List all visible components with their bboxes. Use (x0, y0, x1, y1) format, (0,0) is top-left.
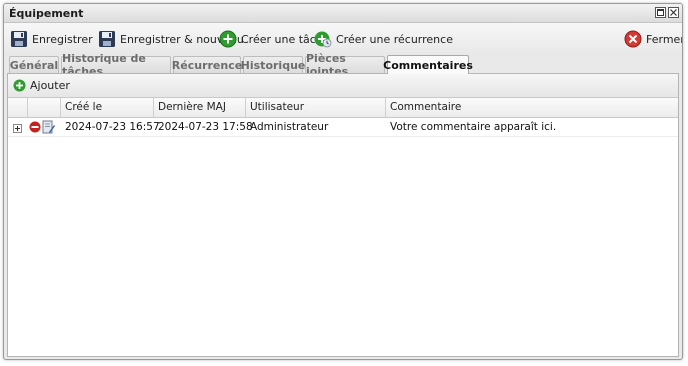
tab-strip: Général Historique de tâches Récurrence … (4, 52, 682, 78)
document-edit-icon[interactable] (42, 120, 55, 137)
create-recurrence-button[interactable]: Créer une récurrence (314, 30, 453, 48)
comments-panel: Ajouter Créé le Dernière MAJ Utilisateur… (7, 73, 679, 357)
save-button[interactable]: Enregistrer (10, 30, 111, 48)
plus-square-icon[interactable] (13, 123, 22, 136)
toolbar: Enregistrer Enregistrer & nouveau Créer … (4, 23, 682, 55)
tab-task-history[interactable]: Historique de tâches (61, 52, 171, 78)
comments-table-header: Créé le Dernière MAJ Utilisateur Comment… (8, 98, 678, 118)
maximize-icon[interactable] (655, 7, 666, 18)
green-plus-circle-icon (219, 30, 237, 48)
window-titlebar[interactable]: Équipement (4, 4, 682, 23)
add-comment-button[interactable]: Ajouter (13, 79, 70, 92)
equipment-window: Équipement Enregistrer Enregistrer & nou… (3, 3, 683, 360)
close-label: Fermer (646, 32, 683, 46)
table-row[interactable]: 2024-07-23 16:57 2024-07-23 17:58 Admini… (8, 118, 678, 137)
tab-attachments[interactable]: Pièces jointes (305, 52, 385, 78)
floppy-disk-icon (99, 31, 115, 47)
cell-user: Administrateur (250, 121, 329, 133)
floppy-disk-icon (11, 31, 27, 47)
column-header-updated[interactable]: Dernière MAJ (154, 98, 246, 117)
close-button[interactable]: Fermer (624, 30, 683, 48)
save-label: Enregistrer (32, 32, 93, 46)
tab-recurrence[interactable]: Récurrence (172, 56, 242, 73)
red-x-circle-icon (624, 30, 642, 48)
tab-general[interactable]: Général (9, 56, 59, 73)
green-plus-circle-icon (13, 79, 26, 92)
tab-history[interactable]: Historique (241, 56, 305, 73)
column-header-comment[interactable]: Commentaire (386, 98, 680, 117)
red-minus-circle-icon[interactable] (29, 121, 41, 136)
cell-comment: Votre commentaire apparaît ici. (390, 121, 557, 133)
cell-updated: 2024-07-23 17:58 (158, 121, 253, 133)
expander-column-header (8, 98, 28, 117)
tab-comments[interactable]: Commentaires (383, 55, 473, 74)
recurrence-icon (314, 31, 332, 48)
create-recurrence-label: Créer une récurrence (336, 32, 453, 46)
column-header-user[interactable]: Utilisateur (246, 98, 386, 117)
cell-created: 2024-07-23 16:57 (65, 121, 160, 133)
add-comment-label: Ajouter (30, 79, 70, 92)
window-title: Équipement (9, 7, 84, 20)
column-header-created[interactable]: Créé le (61, 98, 154, 117)
create-task-button[interactable]: Créer une tâche (219, 30, 330, 48)
close-icon[interactable] (668, 7, 679, 18)
actions-column-header (28, 98, 61, 117)
comments-toolbar: Ajouter (8, 74, 678, 98)
